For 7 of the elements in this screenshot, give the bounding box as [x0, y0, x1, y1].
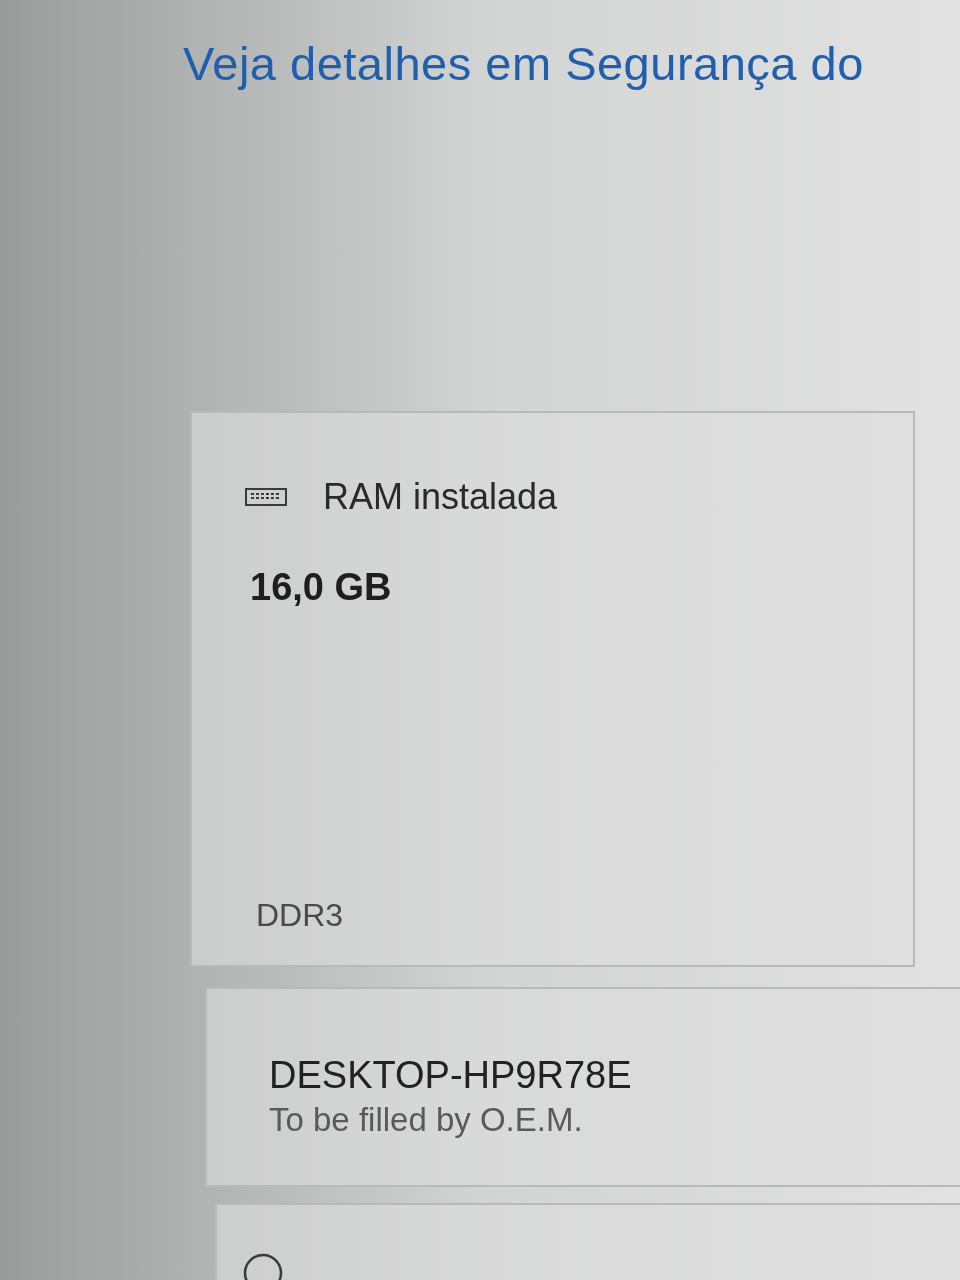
- ram-type: DDR3: [256, 896, 344, 935]
- security-details-link[interactable]: Veja detalhes em Segurança do: [183, 34, 960, 94]
- device-name: DESKTOP-HP9R78E: [268, 1053, 633, 1097]
- ram-amount: 16,0 GB: [249, 565, 393, 610]
- device-model: To be filled by O.E.M.: [268, 1100, 584, 1140]
- ram-stick-icon: [245, 488, 287, 506]
- ram-label: RAM instalada: [323, 475, 558, 519]
